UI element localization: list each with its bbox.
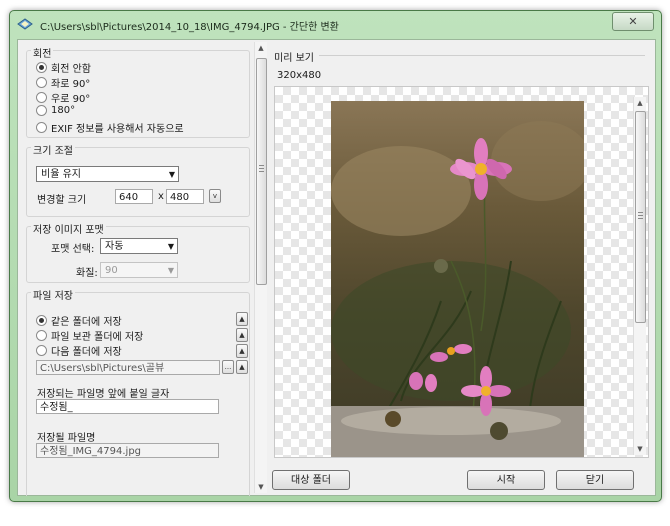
radio-dot[interactable] (36, 105, 47, 116)
quality-label: 화질: (76, 268, 98, 279)
rotation-group: 회전 회전 안함 좌로 90° 우로 90° 180° EXIF 정보를 사용해… (26, 45, 250, 138)
title-bar[interactable]: C:\Users\sbl\Pictures\2014_10_18\IMG_479… (10, 11, 661, 38)
preview-label: 미리 보기 (274, 53, 314, 64)
chevron-down-icon: ▼ (167, 266, 174, 275)
save-same-folder-radio[interactable]: 같은 폴더에 저장 (36, 313, 122, 328)
rotate-exif-radio[interactable]: EXIF 정보를 사용해서 자동으로 (36, 120, 184, 135)
preview-size: 320x480 (277, 70, 322, 81)
arrow-up-icon[interactable]: ▲ (236, 312, 248, 326)
filename-label: 저장될 파일명 (37, 433, 96, 444)
size-spin-button[interactable]: v (209, 189, 221, 203)
format-group-label: 저장 이미지 포맷 (31, 221, 106, 236)
filename-field: 수정됨_IMG_4794.jpg (36, 443, 219, 458)
chevron-down-icon: ▼ (167, 242, 174, 251)
scrollbar-thumb[interactable] (635, 111, 646, 323)
radio-dot[interactable] (36, 345, 47, 356)
radio-dot[interactable] (36, 122, 47, 133)
height-input[interactable]: 480 (166, 189, 204, 204)
preview-scrollbar[interactable]: ▲ ▼ (633, 97, 646, 455)
arrow-down-icon[interactable]: ▼ (255, 481, 267, 493)
app-window: C:\Users\sbl\Pictures\2014_10_18\IMG_479… (9, 10, 662, 502)
grip-line (259, 171, 264, 173)
prefix-input[interactable]: 수정됨_ (36, 399, 219, 414)
arrow-up-icon[interactable]: ▲ (236, 344, 248, 358)
format-select-label: 포맷 선택: (51, 244, 95, 255)
quality-select[interactable]: 90 ▼ (100, 262, 178, 278)
save-archive-folder-radio[interactable]: 파일 보관 폴더에 저장 (36, 328, 143, 343)
options-scrollbar[interactable]: ▲ ▼ (254, 42, 267, 493)
format-select[interactable]: 자동 ▼ (100, 238, 178, 254)
radio-label: EXIF 정보를 사용해서 자동으로 (51, 124, 184, 135)
radio-dot[interactable] (36, 315, 47, 326)
times-sign: x (158, 191, 164, 202)
save-group: 파일 저장 같은 폴더에 저장 파일 보관 폴더에 저장 다음 폴더에 저장 ▲… (26, 287, 250, 496)
size-label: 변경할 크기 (37, 195, 87, 206)
folder-path-input[interactable]: C:\Users\sbl\Pictures\골뷰 (36, 360, 220, 375)
radio-dot[interactable] (36, 77, 47, 88)
rotate-180-radio[interactable]: 180° (36, 105, 75, 116)
scrollbar-thumb[interactable] (256, 58, 267, 285)
grip-line (638, 212, 643, 214)
grip-line (638, 215, 643, 217)
arrow-up-icon[interactable]: ▲ (634, 97, 646, 109)
radio-label: 회전 안함 (51, 64, 91, 75)
grip-line (259, 165, 264, 167)
resize-mode-value: 비율 유지 (41, 169, 81, 180)
quality-value: 90 (105, 265, 118, 276)
preview-photo (331, 101, 584, 457)
preview-divider (319, 55, 645, 56)
chevron-down-icon: ▼ (168, 170, 175, 179)
rotate-left-radio[interactable]: 좌로 90° (36, 75, 90, 90)
prefix-label: 저장되는 파일명 앞에 붙일 글자 (37, 389, 170, 400)
grip-line (259, 168, 264, 170)
radio-label: 같은 폴더에 저장 (51, 317, 122, 328)
radio-dot[interactable] (36, 62, 47, 73)
target-folder-button[interactable]: 대상 폴더 (272, 470, 350, 490)
arrow-up-icon[interactable]: ▲ (236, 328, 248, 342)
save-group-label: 파일 저장 (31, 287, 75, 302)
radio-label: 좌로 90° (51, 79, 91, 90)
window-title: C:\Users\sbl\Pictures\2014_10_18\IMG_479… (40, 22, 339, 33)
radio-dot[interactable] (36, 92, 47, 103)
close-glyph: ✕ (628, 15, 638, 28)
radio-label: 180° (51, 105, 76, 116)
rotate-right-radio[interactable]: 우로 90° (36, 90, 90, 105)
format-group: 저장 이미지 포맷 포맷 선택: 자동 ▼ 화질: 90 ▼ (26, 221, 250, 283)
format-value: 자동 (105, 241, 124, 252)
arrow-up-icon[interactable]: ▲ (255, 42, 267, 54)
start-button[interactable]: 시작 (467, 470, 545, 490)
browse-glyph: ... (224, 363, 232, 371)
resize-label: 크기 조절 (31, 142, 75, 157)
options-pane: 회전 회전 안함 좌로 90° 우로 90° 180° EXIF 정보를 사용해… (24, 44, 257, 496)
dialog-body: 회전 회전 안함 좌로 90° 우로 90° 180° EXIF 정보를 사용해… (17, 39, 656, 496)
save-custom-folder-radio[interactable]: 다음 폴더에 저장 (36, 343, 122, 358)
arrow-down-icon[interactable]: ▼ (634, 443, 646, 455)
rotate-none-radio[interactable]: 회전 안함 (36, 60, 91, 75)
close-icon[interactable]: ✕ (612, 12, 654, 31)
grip-line (638, 218, 643, 220)
width-input[interactable]: 640 (115, 189, 153, 204)
radio-label: 파일 보관 폴더에 저장 (51, 332, 144, 343)
spin-glyph: v (212, 192, 218, 200)
preview-area (274, 86, 649, 458)
arrow-up-icon[interactable]: ▲ (236, 360, 248, 374)
radio-label: 다음 폴더에 저장 (51, 347, 122, 358)
close-button[interactable]: 닫기 (556, 470, 634, 490)
browse-folder-button[interactable]: ... (222, 360, 234, 374)
rotation-label: 회전 (31, 45, 54, 60)
resize-mode-select[interactable]: 비율 유지 ▼ (36, 166, 179, 182)
resize-group: 크기 조절 비율 유지 ▼ 변경할 크기 640 x 480 v (26, 142, 250, 217)
radio-dot[interactable] (36, 330, 47, 341)
radio-label: 우로 90° (51, 94, 91, 105)
image-convert-icon (17, 18, 33, 30)
